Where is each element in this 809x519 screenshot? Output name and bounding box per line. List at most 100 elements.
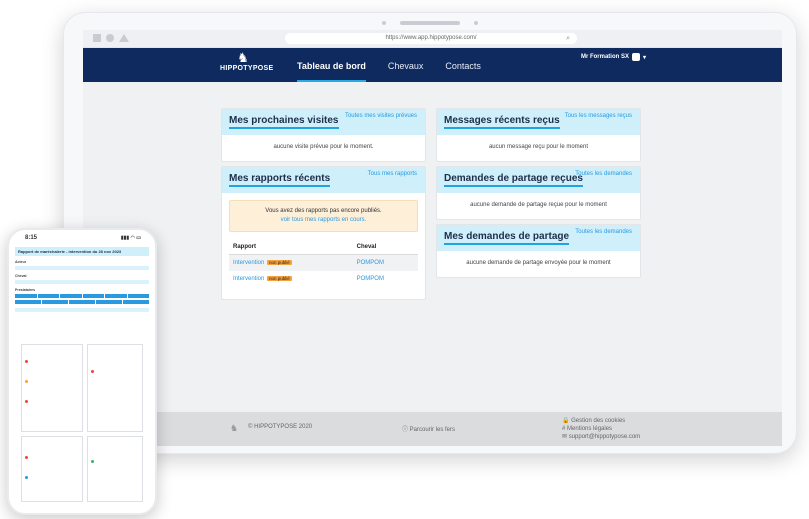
horse-diagram-bottom-left (21, 436, 83, 502)
column-header-report: Rapport (229, 240, 353, 255)
window-controls (93, 34, 129, 42)
marker-dot (91, 370, 94, 373)
notice-text: Vous avez des rapports pas encore publié… (265, 208, 382, 214)
marker-dot (25, 476, 28, 479)
card-header: Messages récents reçus Tous les messages… (437, 109, 640, 135)
phone-title-text: Rapport de maréchalerie - intervention d… (18, 249, 122, 254)
empty-text: aucun message reçu pour le moment (488, 144, 589, 150)
empty-text: aucune demande de partage reçue pour le … (470, 202, 607, 208)
marker-dot (25, 400, 28, 403)
horse-diagram-left (21, 344, 83, 432)
user-name: Mr Formation SX (580, 54, 629, 60)
cookies-link[interactable]: 🔒 Gestion des cookies (562, 417, 640, 425)
horse-diagram-bottom-right (87, 436, 143, 502)
horse-cell[interactable]: POMPOM (352, 254, 418, 271)
circle-icon[interactable] (106, 34, 114, 42)
email-link[interactable]: ✉ support@hippotypose.com (562, 433, 640, 441)
url-text: https://www.app.hippotypose.com/ (385, 35, 477, 41)
horse-head-icon: ♞ (237, 50, 249, 65)
chevron-down-icon: ▾ (642, 54, 646, 61)
all-sent-requests-link[interactable]: Toutes les demandes (575, 229, 632, 235)
empty-text: aucune visite prévue pour le moment. (273, 144, 374, 150)
address-bar[interactable]: https://www.app.hippotypose.com/ ⌕ (285, 33, 577, 44)
legal-label: Mentions légales (567, 426, 613, 432)
phone-frame: 8:15 ▮▮▮ ◠ ▭ Rapport de maréchalerie - i… (7, 228, 157, 515)
browser-chrome: https://www.app.hippotypose.com/ ⌕ (83, 30, 782, 48)
user-menu[interactable]: Mr Formation SX ▾ (581, 53, 646, 61)
card-header: Mes prochaines visites Toutes mes visite… (222, 109, 425, 135)
copyright: © HIPPOTYPOSE 2020 (248, 424, 313, 430)
phone-tab-row[interactable] (15, 300, 149, 304)
search-icon[interactable]: ⌕ (566, 33, 570, 44)
phone-report-body: Acteur Cheval Prestataires (15, 260, 149, 509)
footer-links: 🔒 Gestion des cookies # Mentions légales… (562, 417, 640, 441)
unpublished-notice: Vous avez des rapports pas encore publié… (229, 200, 418, 232)
horse-label: Cheval (15, 274, 27, 278)
main-nav: Tableau de bord Chevaux Contacts (297, 48, 481, 82)
email-label: support@hippotypose.com (568, 434, 641, 440)
horse-cell[interactable]: POMPOM (353, 271, 418, 287)
all-received-requests-link[interactable]: Toutes les demandes (575, 171, 632, 177)
report-cell[interactable]: Intervention non publié (229, 254, 353, 271)
triangle-icon[interactable] (119, 34, 129, 42)
legal-link[interactable]: # Mentions légales (562, 425, 640, 433)
card-title: Mes demandes de partage (444, 231, 570, 245)
all-visits-link[interactable]: Toutes mes visites prévues (345, 113, 417, 119)
avatar (631, 53, 640, 61)
phone-report-title: Rapport de maréchalerie - intervention d… (15, 247, 149, 256)
nav-contacts[interactable]: Contacts (445, 59, 481, 71)
page-footer: ♞ © HIPPOTYPOSE 2020 ⓘ Parcourir les fer… (83, 412, 782, 446)
sensor-dot (474, 21, 478, 25)
nav-dashboard[interactable]: Tableau de bord (297, 59, 366, 82)
reports-card: Mes rapports récents Tous mes rapports V… (221, 166, 426, 300)
camera-dot (382, 21, 386, 25)
status-badge: non publié (267, 260, 292, 265)
providers-label: Prestataires (15, 288, 36, 292)
all-reports-link[interactable]: Tous mes rapports (368, 171, 417, 177)
placeholder-line (15, 308, 149, 312)
card-title: Mes rapports récents (229, 173, 331, 187)
share-sent-card: Mes demandes de partage Toutes les deman… (436, 224, 641, 278)
share-received-card: Demandes de partage reçues Toutes les de… (436, 166, 641, 220)
card-title: Demandes de partage reçues (444, 173, 583, 187)
device-top-bar (64, 19, 796, 27)
signal-battery-icon: ▮▮▮ ◠ ▭ (120, 235, 141, 241)
empty-text: aucune demande de partage envoyée pour l… (466, 260, 611, 266)
marker-dot (25, 380, 28, 383)
marker-dot (91, 460, 94, 463)
phone-time: 8:15 (25, 235, 38, 241)
card-header: Mes rapports récents Tous mes rapports (222, 167, 425, 193)
report-cell[interactable]: Intervention non publié (229, 271, 353, 287)
browse-shoes-link[interactable]: ⓘ Parcourir les fers (402, 424, 455, 433)
card-title: Messages récents reçus (444, 115, 560, 129)
nav-horses[interactable]: Chevaux (388, 59, 424, 71)
reports-table: Rapport Cheval Intervention non publié P… (229, 240, 418, 287)
browse-shoes-label: Parcourir les fers (409, 427, 456, 433)
laptop-frame: https://www.app.hippotypose.com/ ⌕ ♞ HIP… (63, 12, 797, 454)
speaker-bar (400, 21, 460, 25)
in-progress-reports-link[interactable]: voir tous mes rapports en cours. (281, 217, 367, 223)
table-row[interactable]: Intervention non publié POMPOM (229, 254, 418, 271)
placeholder-line (15, 280, 149, 284)
actors-label: Acteur (15, 260, 27, 264)
app-header: ♞ HIPPOTYPOSE Tableau de bord Chevaux Co… (83, 48, 782, 82)
marker-dot (25, 456, 28, 459)
phone-tab-row[interactable] (15, 294, 149, 298)
status-badge: non publié (267, 276, 292, 281)
report-name: Intervention (233, 260, 265, 266)
visits-card: Mes prochaines visites Toutes mes visite… (221, 108, 426, 162)
horse-diagram-right (87, 344, 143, 432)
table-row[interactable]: Intervention non publié POMPOM (229, 271, 418, 287)
cookies-label: Gestion des cookies (571, 418, 626, 424)
horse-logo-icon: ♞ (230, 423, 239, 433)
marker-dot (25, 360, 28, 363)
square-icon[interactable] (93, 34, 101, 42)
placeholder-line (15, 266, 149, 270)
messages-card: Messages récents reçus Tous les messages… (436, 108, 641, 162)
all-messages-link[interactable]: Tous les messages reçus (565, 113, 632, 119)
brand-logo[interactable]: ♞ HIPPOTYPOSE (220, 50, 274, 73)
browser-screen: https://www.app.hippotypose.com/ ⌕ ♞ HIP… (83, 30, 782, 446)
brand-name: HIPPOTYPOSE (220, 65, 274, 72)
report-name: Intervention (233, 276, 265, 282)
phone-status-bar: 8:15 ▮▮▮ ◠ ▭ (9, 235, 155, 244)
